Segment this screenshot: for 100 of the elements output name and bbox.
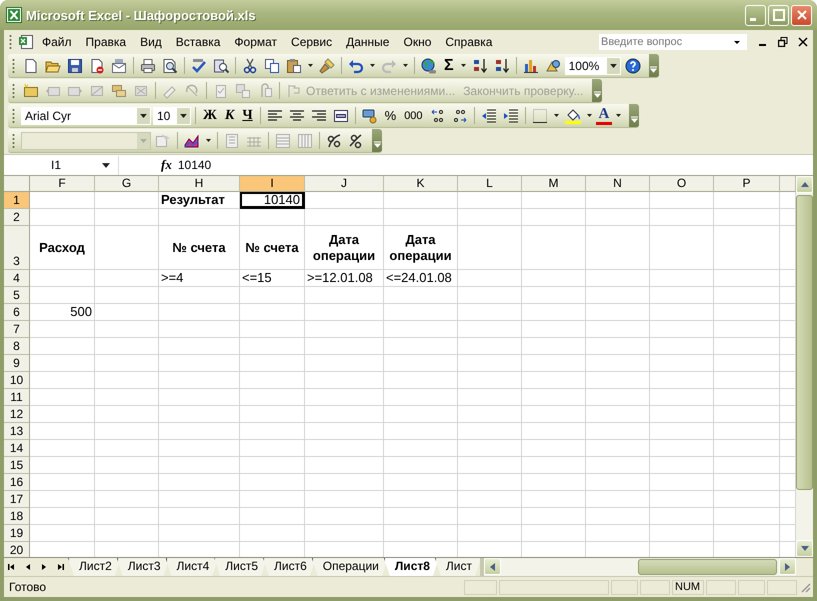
spreadsheet-cell[interactable] <box>240 338 305 355</box>
spreadsheet-cell[interactable] <box>30 457 95 474</box>
scroll-left-button[interactable] <box>484 558 501 575</box>
spreadsheet-cell[interactable] <box>586 304 650 321</box>
spreadsheet-cell[interactable] <box>458 321 522 338</box>
spreadsheet-cell[interactable] <box>714 304 780 321</box>
spreadsheet-cell[interactable] <box>240 355 305 372</box>
spreadsheet-cell[interactable] <box>384 440 458 457</box>
dropdown-arrow-icon[interactable] <box>206 139 211 142</box>
spreadsheet-cell[interactable] <box>586 192 650 209</box>
row-header[interactable]: 11 <box>4 389 30 406</box>
spreadsheet-cell[interactable] <box>522 321 586 338</box>
row-header[interactable]: 6 <box>4 304 30 321</box>
column-header[interactable]: F <box>30 176 95 192</box>
spreadsheet-cell[interactable] <box>30 287 95 304</box>
spreadsheet-cell[interactable] <box>384 209 458 226</box>
row-header[interactable]: 9 <box>4 355 30 372</box>
row-header[interactable]: 19 <box>4 525 30 542</box>
spreadsheet-cell[interactable] <box>95 406 159 423</box>
spreadsheet-cell[interactable] <box>240 423 305 440</box>
spreadsheet-cell[interactable] <box>95 423 159 440</box>
spreadsheet-cell[interactable] <box>240 440 305 457</box>
spreadsheet-cell[interactable] <box>458 270 522 287</box>
column-header[interactable]: J <box>305 176 384 192</box>
spreadsheet-cell[interactable] <box>95 226 159 270</box>
spreadsheet-cell[interactable] <box>159 491 240 508</box>
spreadsheet-cell[interactable] <box>586 491 650 508</box>
underline-button[interactable]: Ч <box>239 108 256 124</box>
spreadsheet-cell[interactable] <box>384 321 458 338</box>
insert-function-button[interactable]: fx <box>161 157 172 173</box>
menu-item[interactable]: Формат <box>228 34 284 48</box>
spreadsheet-cell[interactable] <box>650 491 714 508</box>
spreadsheet-cell[interactable] <box>650 508 714 525</box>
spreadsheet-cell[interactable] <box>384 192 458 209</box>
row-header[interactable]: 14 <box>4 440 30 457</box>
column-header[interactable]: I <box>240 176 305 192</box>
spreadsheet-cell[interactable] <box>650 355 714 372</box>
spreadsheet-cell[interactable] <box>714 525 780 542</box>
spreadsheet-cell[interactable] <box>384 491 458 508</box>
spreadsheet-cell[interactable] <box>586 406 650 423</box>
column-header[interactable]: O <box>650 176 714 192</box>
spreadsheet-cell[interactable] <box>95 372 159 389</box>
menu-item[interactable]: Сервис <box>285 34 338 48</box>
restore-icon[interactable] <box>778 36 788 46</box>
spreadsheet-cell[interactable] <box>305 287 384 304</box>
spreadsheet-cell[interactable] <box>384 287 458 304</box>
last-sheet-button[interactable] <box>56 563 64 571</box>
spreadsheet-cell[interactable] <box>305 525 384 542</box>
spreadsheet-cell[interactable] <box>305 304 384 321</box>
row-header[interactable]: 12 <box>4 406 30 423</box>
spreadsheet-cell[interactable] <box>714 321 780 338</box>
globe-icon[interactable] <box>419 56 439 76</box>
column-header[interactable]: K <box>384 176 458 192</box>
spreadsheet-cell[interactable] <box>384 304 458 321</box>
spreadsheet-cell[interactable] <box>586 226 650 270</box>
spreadsheet-cell[interactable] <box>458 440 522 457</box>
spreadsheet-cell[interactable] <box>714 406 780 423</box>
spreadsheet-cell[interactable] <box>522 270 586 287</box>
column-header[interactable]: L <box>458 176 522 192</box>
spreadsheet-cell[interactable] <box>384 372 458 389</box>
spreadsheet-cell[interactable] <box>159 508 240 525</box>
spreadsheet-cell[interactable] <box>95 474 159 491</box>
spreadsheet-cell[interactable] <box>30 508 95 525</box>
spreadsheet-cell[interactable] <box>714 372 780 389</box>
spreadsheet-cell[interactable] <box>30 389 95 406</box>
spreadsheet-cell[interactable] <box>95 491 159 508</box>
spreadsheet-cell[interactable] <box>714 389 780 406</box>
row-header[interactable]: 1 <box>4 192 30 209</box>
spreadsheet-cell[interactable] <box>714 423 780 440</box>
spreadsheet-cell[interactable] <box>586 287 650 304</box>
spreadsheet-cell[interactable] <box>305 423 384 440</box>
spreadsheet-cell[interactable] <box>650 457 714 474</box>
scroll-right-button[interactable] <box>779 558 796 575</box>
spreadsheet-cell[interactable] <box>95 525 159 542</box>
spreadsheet-cell[interactable] <box>650 525 714 542</box>
spreadsheet-cell[interactable]: № счета <box>159 226 240 270</box>
spreadsheet-cell[interactable] <box>714 355 780 372</box>
spreadsheet-cell[interactable] <box>586 423 650 440</box>
toolbar-options-button[interactable] <box>629 104 640 127</box>
spreadsheet-cell[interactable] <box>458 525 522 542</box>
spreadsheet-cell[interactable] <box>458 287 522 304</box>
spreadsheet-cell[interactable] <box>458 491 522 508</box>
spreadsheet-cell[interactable] <box>159 287 240 304</box>
spreadsheet-cell[interactable] <box>522 406 586 423</box>
toolbar-options-button[interactable] <box>648 54 659 77</box>
spreadsheet-cell[interactable] <box>714 287 780 304</box>
row-header[interactable]: 3 <box>4 226 30 270</box>
toolbar-grip[interactable] <box>12 58 15 74</box>
spreadsheet-cell[interactable] <box>586 457 650 474</box>
first-sheet-button[interactable] <box>8 563 16 571</box>
spreadsheet-cell[interactable] <box>714 270 780 287</box>
dropdown-arrow-icon[interactable] <box>370 64 375 67</box>
spreadsheet-cell[interactable] <box>159 525 240 542</box>
spreadsheet-cell[interactable] <box>522 423 586 440</box>
spreadsheet-cell[interactable] <box>159 209 240 226</box>
spreadsheet-cell[interactable] <box>30 525 95 542</box>
spreadsheet-cell[interactable]: Результат <box>159 192 240 209</box>
spreadsheet-cell[interactable] <box>458 508 522 525</box>
spreadsheet-cell[interactable] <box>458 338 522 355</box>
sheet-tab[interactable]: Операции <box>312 558 388 576</box>
